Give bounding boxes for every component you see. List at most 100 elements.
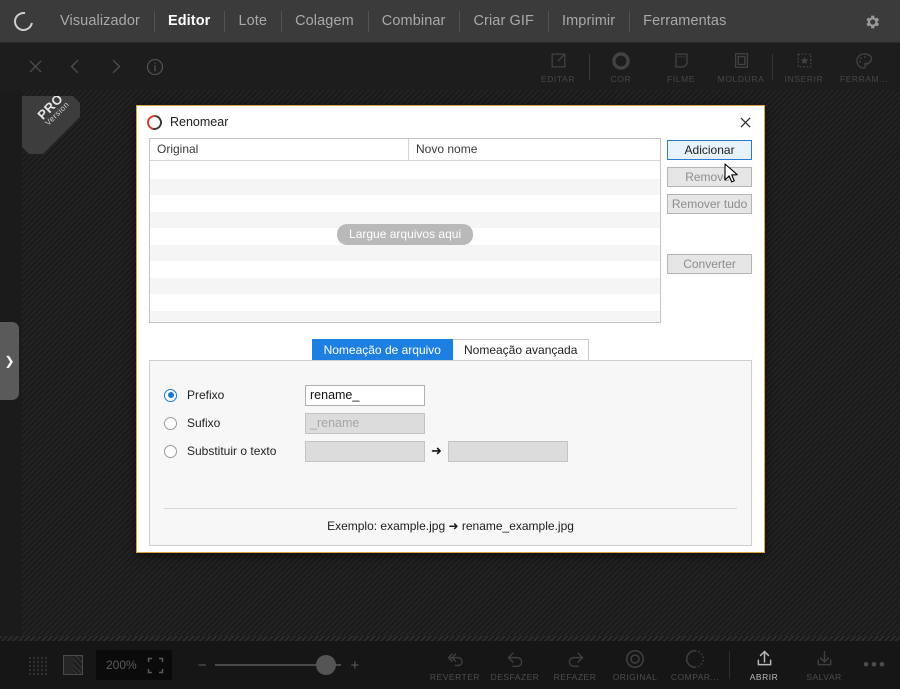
color-circle-icon [611,50,631,72]
label-prefix: Prefixo [187,388,225,402]
menu-item-lote[interactable]: Lote [224,0,281,43]
option-prefix-row: Prefixo [150,381,751,409]
action-salvar[interactable]: SALVAR [794,641,854,689]
bottom-toolbar: 200% − + REVERTER DESFAZER REFAZER ORIGI… [0,641,900,689]
file-list[interactable]: Original Novo nome Largue arquivos aqui [149,138,662,323]
bottom-action-group: REVERTER DESFAZER REFAZER ORIGINAL COMPA… [425,641,896,689]
radio-suffix[interactable] [164,416,177,430]
radio-replace-text[interactable] [164,444,177,458]
tool-label: EDITAR [540,73,576,84]
dialog-body: Original Novo nome Largue arquivos aqui … [137,138,764,552]
menu-items: Visualizador Editor Lote Colagem Combina… [46,0,740,43]
redo-icon [565,648,586,669]
action-abrir[interactable]: ABRIR [734,641,794,689]
chevron-left-icon[interactable] [62,54,88,80]
frame-icon [732,50,751,72]
film-strip-icon [672,50,691,72]
action-label: SALVAR [806,672,842,682]
option-suffix-row: Sufixo [150,409,751,437]
prefix-input[interactable] [305,384,425,406]
dialog-title-bar[interactable]: Renomear [137,106,764,138]
grid-dots-icon[interactable] [24,652,50,678]
tool-moldura[interactable]: MOLDURA [711,43,771,90]
info-icon[interactable] [142,54,168,80]
palette-icon [854,50,874,72]
app-logo-button[interactable] [0,0,46,43]
zoom-slider[interactable] [215,655,342,675]
replace-to-input[interactable] [447,440,568,462]
menu-item-combinar[interactable]: Combinar [367,0,460,43]
tool-editar[interactable]: EDITAR [528,43,588,90]
editor-toolbar: EDITAR COR FILME MOLDURA INSERIR FERRAM.… [0,43,900,90]
mouse-cursor [724,163,740,185]
menu-item-visualizador[interactable]: Visualizador [46,0,154,43]
left-panel-expand-handle[interactable]: ❯ [0,322,19,400]
zoom-in-button[interactable]: + [350,658,359,673]
action-label: COMPAR... [670,672,720,682]
naming-tabs: Nomeação de arquivo Nomeação avançada [311,339,590,361]
table-row[interactable] [150,294,660,311]
replace-from-input[interactable] [305,440,425,462]
close-icon[interactable] [22,54,48,80]
pro-version-badge: PRO Version [22,96,80,154]
tool-cor[interactable]: COR [591,43,651,90]
column-header-original[interactable]: Original [150,139,409,160]
table-row[interactable] [150,178,661,195]
app-swirl-logo-icon [144,111,165,133]
dialog-close-button[interactable] [734,112,756,132]
radio-prefix[interactable] [164,388,177,402]
remove-all-button[interactable]: Remover tudo [667,194,752,214]
menu-item-ferramentas[interactable]: Ferramentas [629,0,740,43]
naming-options-panel: Prefixo Sufixo Substituir o texto ➜ Exem… [149,360,752,546]
action-comparar[interactable]: COMPAR... [665,641,725,689]
suffix-input[interactable] [305,412,425,434]
table-row[interactable] [150,244,661,261]
zoom-slider-knob[interactable] [316,655,337,675]
menu-item-criar-gif[interactable]: Criar GIF [459,0,548,43]
editor-nav-icons [0,54,168,80]
action-desfazer[interactable]: DESFAZER [485,641,545,689]
add-button[interactable]: Adicionar [667,140,752,160]
settings-button[interactable] [852,0,892,43]
fit-screen-icon[interactable] [145,655,166,676]
table-row[interactable] [150,261,660,278]
save-download-icon [814,648,835,669]
toolbar-separator [589,53,590,80]
tool-filme[interactable]: FILME [651,43,711,90]
tool-inserir[interactable]: INSERIR [774,43,834,90]
convert-button[interactable]: Converter [667,254,752,274]
more-options-button[interactable]: ••• [854,641,896,689]
column-header-novo-nome[interactable]: Novo nome [409,139,660,160]
toolbar-separator [729,651,730,679]
zoom-out-button[interactable]: − [198,658,207,673]
compare-icon [684,648,706,669]
table-row[interactable] [150,277,661,294]
action-label: REFAZER [553,672,597,682]
action-refazer[interactable]: REFAZER [545,641,605,689]
action-label: ABRIR [749,672,779,682]
menu-item-colagem[interactable]: Colagem [281,0,368,43]
table-row[interactable] [150,310,661,322]
gear-icon [863,13,881,31]
dialog-title: Renomear [170,115,229,129]
tab-nomeacao-de-arquivo[interactable]: Nomeação de arquivo [311,339,453,361]
tool-label: FILME [666,73,696,84]
table-row[interactable] [150,195,660,212]
tool-label: FERRAM... [839,73,889,84]
tool-ferramentas[interactable]: FERRAM... [834,43,894,90]
menu-label: Combinar [381,13,446,29]
action-original[interactable]: ORIGINAL [605,641,665,689]
zoom-level-box[interactable]: 200% [96,650,172,680]
open-upload-icon [754,648,775,669]
tab-nomeacao-avancada[interactable]: Nomeação avançada [452,339,590,361]
revert-icon [445,648,466,669]
action-reverter[interactable]: REVERTER [425,641,485,689]
chevron-right-icon: ❯ [4,354,15,368]
table-row[interactable] [150,162,660,179]
label-replace-text: Substituir o texto [187,444,277,458]
menu-item-imprimir[interactable]: Imprimir [547,0,629,43]
menu-item-editor[interactable]: Editor [153,0,225,43]
chevron-right-icon[interactable] [102,54,128,80]
transparency-icon[interactable] [60,652,86,678]
example-text: Exemplo: example.jpg ➜ rename_example.jp… [327,519,574,533]
